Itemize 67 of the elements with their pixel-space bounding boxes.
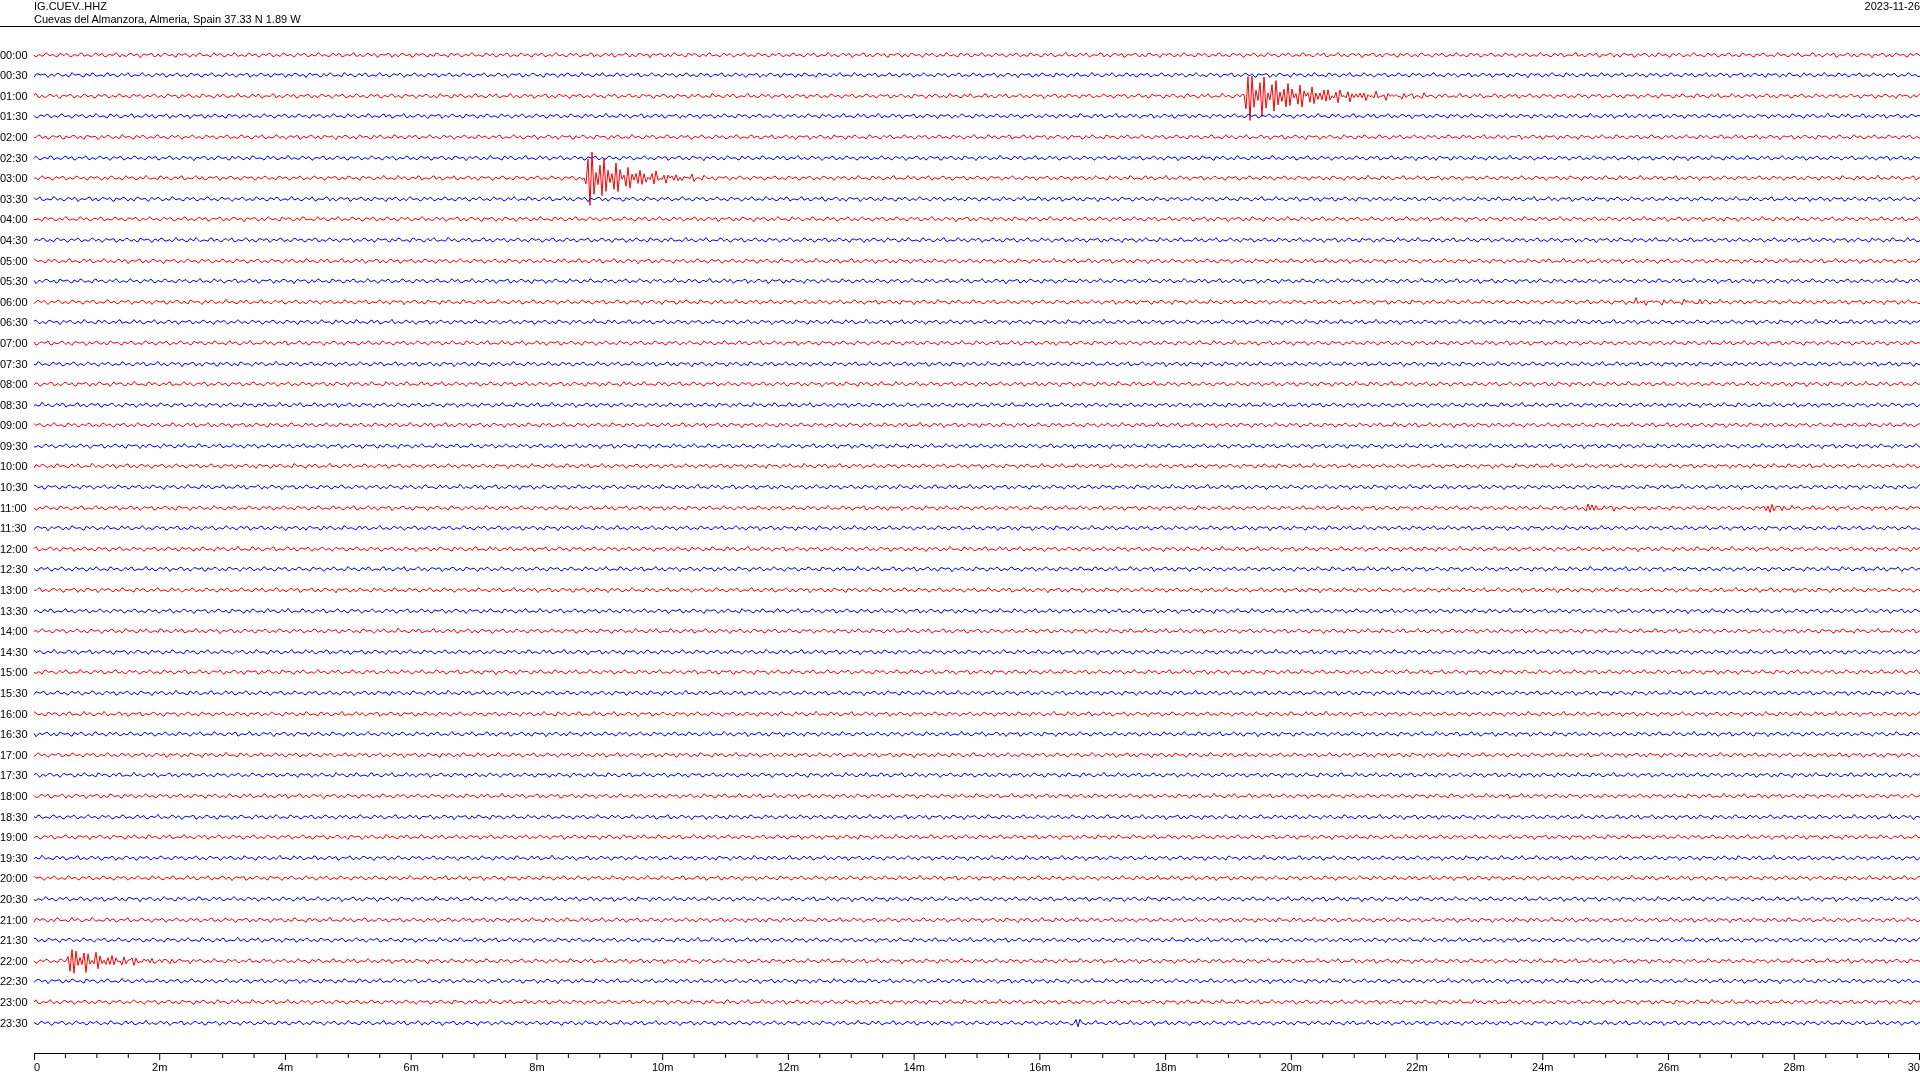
time-label: 03:00 [0, 172, 29, 185]
time-label: 19:30 [0, 851, 29, 864]
axis-tick-label: 16m [1029, 1060, 1051, 1074]
time-label: 11:00 [0, 501, 28, 514]
time-label: 18:30 [0, 810, 29, 823]
time-label: 18:00 [0, 789, 29, 802]
axis-tick-label: 12m [777, 1060, 800, 1074]
date-label: 2023-11-26 [1864, 0, 1920, 13]
station-location: Cuevas del Almanzora, Almeria, Spain 37.33 N 1.89 W [34, 13, 301, 26]
time-label: 17:30 [0, 769, 29, 782]
time-label: 04:00 [0, 213, 29, 226]
time-label: 21:00 [0, 913, 29, 926]
time-label: 16:00 [0, 707, 29, 720]
time-label: 22:00 [0, 954, 29, 967]
time-label: 22:30 [0, 975, 29, 988]
axis-tick-label: 28m [1783, 1060, 1805, 1074]
time-label: 13:00 [0, 584, 29, 597]
axis-tick-label: 4m [277, 1060, 294, 1074]
time-label: 17:00 [0, 748, 29, 761]
time-label: 06:30 [0, 316, 29, 329]
time-label: 13:30 [0, 604, 29, 617]
time-label: 09:00 [0, 419, 29, 432]
time-label: 19:00 [0, 831, 29, 844]
time-label: 01:00 [0, 89, 29, 102]
axis-tick-label: 8m [529, 1060, 545, 1074]
time-label: 15:30 [0, 687, 29, 699]
time-label: 02:30 [0, 151, 29, 164]
axis-tick-label: 14m [903, 1060, 925, 1074]
time-label: 00:30 [0, 69, 29, 82]
axis-tick-label: 6m [403, 1060, 419, 1074]
time-label: 20:30 [0, 892, 29, 905]
time-label: 21:30 [0, 934, 29, 947]
axis-tick-label: 10m [651, 1060, 674, 1074]
time-label: 01:30 [0, 110, 29, 123]
axis-tick-label: 24m [1532, 1060, 1554, 1074]
time-label: 23:00 [0, 995, 29, 1008]
time-label: 14:00 [0, 625, 29, 638]
time-label: 12:30 [0, 563, 29, 576]
time-label: 14:30 [0, 645, 29, 658]
time-label: 03:30 [0, 192, 29, 205]
axis-tick-label: 0 [34, 1060, 41, 1074]
time-label: 08:30 [0, 398, 29, 411]
time-label: 10:00 [0, 460, 29, 473]
axis-tick-label: 20m [1280, 1060, 1303, 1074]
time-label: 11:30 [0, 522, 28, 535]
axis-tick-label: 22m [1406, 1060, 1428, 1074]
time-label: 15:00 [0, 666, 29, 679]
axis-tick-label: 2m [152, 1060, 168, 1074]
time-label: 02:00 [0, 130, 29, 143]
time-label: 05:30 [0, 275, 29, 288]
station-code: IG.CUEV..HHZ [34, 0, 108, 13]
time-label: 07:00 [0, 336, 29, 349]
time-label: 16:30 [0, 728, 29, 741]
time-label: 08:00 [0, 378, 29, 391]
axis-tick-label: 30 [1907, 1060, 1920, 1074]
time-label: 09:30 [0, 439, 29, 452]
axis-tick-label: 26m [1657, 1060, 1680, 1074]
time-label: 05:00 [0, 254, 29, 267]
time-label: 06:00 [0, 295, 29, 308]
axis-tick-label: 18m [1154, 1060, 1177, 1074]
time-label: 04:30 [0, 233, 29, 246]
time-label: 10:30 [0, 481, 29, 494]
time-label: 23:30 [0, 1016, 29, 1029]
time-label: 12:00 [0, 542, 29, 555]
time-label: 07:30 [0, 357, 29, 370]
time-label: 00:00 [0, 48, 29, 61]
time-label: 20:00 [0, 872, 29, 885]
